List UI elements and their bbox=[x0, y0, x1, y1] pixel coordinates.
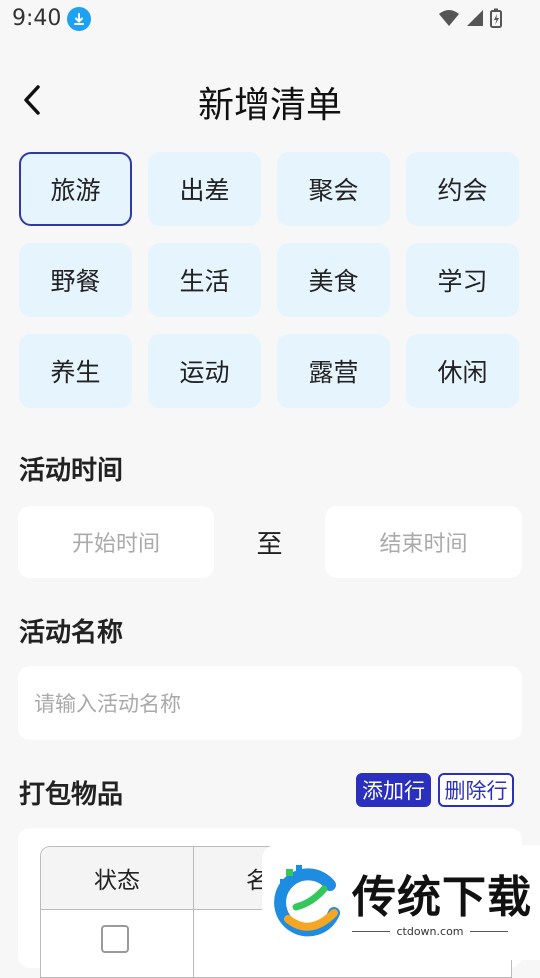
category-chip[interactable]: 露营 bbox=[277, 334, 390, 408]
category-chip[interactable]: 美食 bbox=[277, 243, 390, 317]
category-label: 运动 bbox=[179, 358, 230, 387]
page-title: 新增清单 bbox=[197, 85, 342, 126]
start-time-field[interactable]: 开始时间 bbox=[18, 506, 214, 578]
category-label: 约会 bbox=[437, 176, 488, 205]
category-chip[interactable]: 约会 bbox=[406, 152, 519, 226]
category-label: 野餐 bbox=[50, 267, 101, 296]
watermark-site-text: ctdown.com bbox=[396, 925, 464, 938]
category-label: 聚会 bbox=[308, 176, 359, 205]
category-chip[interactable]: 养生 bbox=[19, 334, 132, 408]
watermark-site: ctdown.com bbox=[352, 925, 508, 938]
wifi-icon bbox=[439, 10, 459, 26]
activity-name-input[interactable]: 请输入活动名称 bbox=[18, 666, 522, 740]
packing-items-label: 打包物品 bbox=[19, 780, 124, 810]
watermark-brand: 传统下载 bbox=[352, 872, 532, 923]
end-time-placeholder: 结束时间 bbox=[379, 532, 468, 557]
start-time-placeholder: 开始时间 bbox=[71, 532, 160, 557]
end-time-field[interactable]: 结束时间 bbox=[325, 506, 522, 578]
add-row-button[interactable]: 添加行 bbox=[356, 773, 431, 807]
divider bbox=[469, 931, 508, 932]
category-label: 露营 bbox=[308, 358, 359, 387]
activity-time-label: 活动时间 bbox=[19, 456, 124, 486]
status-icons bbox=[438, 8, 502, 28]
category-grid: 旅游 出差 聚会 约会 野餐 生活 美食 学习 养生 运动 露营 休闲 bbox=[19, 152, 521, 408]
battery-icon bbox=[490, 8, 502, 28]
time-separator: 至 bbox=[256, 530, 283, 560]
category-label: 养生 bbox=[50, 358, 101, 387]
column-header-status: 状态 bbox=[41, 847, 194, 909]
header: 新增清单 bbox=[0, 62, 540, 138]
signal-icon bbox=[467, 10, 483, 26]
category-label: 休闲 bbox=[437, 358, 488, 387]
watermark: 传统下载 ctdown.com bbox=[262, 845, 540, 960]
category-label: 学习 bbox=[437, 267, 488, 296]
category-label: 美食 bbox=[308, 267, 359, 296]
category-chip[interactable]: 聚会 bbox=[277, 152, 390, 226]
activity-name-placeholder: 请输入活动名称 bbox=[34, 692, 181, 716]
activity-name-label: 活动名称 bbox=[19, 618, 124, 648]
watermark-logo-icon bbox=[272, 863, 348, 943]
category-chip[interactable]: 生活 bbox=[148, 243, 261, 317]
category-chip[interactable]: 休闲 bbox=[406, 334, 519, 408]
category-label: 生活 bbox=[179, 267, 230, 296]
delete-row-button[interactable]: 删除行 bbox=[438, 773, 514, 807]
download-icon bbox=[67, 7, 91, 31]
category-chip[interactable]: 运动 bbox=[148, 334, 261, 408]
status-time: 9:40 bbox=[12, 6, 62, 31]
column-divider bbox=[193, 909, 194, 977]
category-label: 旅游 bbox=[50, 176, 101, 205]
category-chip[interactable]: 野餐 bbox=[19, 243, 132, 317]
row-status-checkbox[interactable] bbox=[101, 925, 129, 953]
status-bar: 9:40 bbox=[0, 0, 540, 38]
category-chip[interactable]: 出差 bbox=[148, 152, 261, 226]
category-label: 出差 bbox=[179, 176, 230, 205]
divider bbox=[352, 931, 391, 932]
category-chip[interactable]: 旅游 bbox=[19, 152, 132, 226]
category-chip[interactable]: 学习 bbox=[406, 243, 519, 317]
